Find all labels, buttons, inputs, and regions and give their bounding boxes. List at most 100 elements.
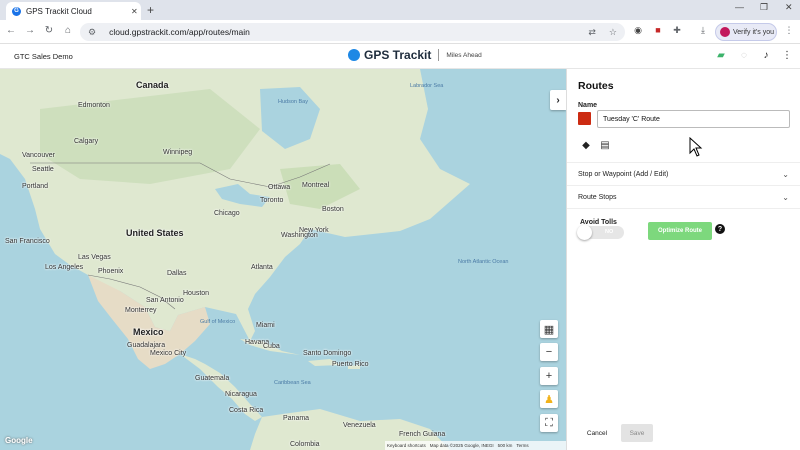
logo-divider <box>438 49 440 61</box>
google-logo: Google <box>5 436 33 445</box>
toggle-state-text: NO <box>605 229 614 235</box>
pegman-icon: ♟ <box>544 393 554 406</box>
map-scale: 500 km <box>497 443 513 448</box>
address-bar-row: ← → ↻ ⌂ ⚙ cloud.gpstrackit.com/app/route… <box>0 20 800 44</box>
map-label-mexico-city: Mexico City <box>150 350 187 357</box>
map-label-ottawa: Ottawa <box>268 184 291 191</box>
fullscreen-icon: ⛶ <box>545 416 553 429</box>
app-header: GTC Sales Demo GPS Trackit Miles Ahead ▰… <box>0 44 800 69</box>
routes-panel: Routes Name ◆ ▤ Stop or Waypoint (Add / … <box>566 69 800 450</box>
map-label-san-antonio: San Antonio <box>146 297 184 304</box>
map-label-puerto-rico: Puerto Rico <box>332 361 369 368</box>
map-label-nicaragua: Nicaragua <box>225 391 257 398</box>
print-icon[interactable]: ▤ <box>599 140 611 151</box>
extension-red-icon[interactable]: ■ <box>652 25 664 37</box>
map-icon: ▦ <box>543 323 555 336</box>
map-label-cuba: Cuba <box>263 343 280 350</box>
map-label-edmonton: Edmonton <box>78 102 110 109</box>
section-route-stops-label: Route Stops <box>578 193 617 201</box>
map-label-montreal: Montreal <box>302 182 330 189</box>
route-name-input[interactable] <box>597 110 790 128</box>
translate-icon[interactable]: ⇄ <box>588 27 596 38</box>
map-label-calgary: Calgary <box>74 138 99 145</box>
map-label-seattle: Seattle <box>32 166 54 173</box>
map-label-portland: Portland <box>22 183 49 190</box>
zoom-in-button[interactable]: + <box>540 367 558 385</box>
map-label-mexico: Mexico <box>133 327 164 337</box>
brand-tagline: Miles Ahead <box>446 51 482 59</box>
zoom-out-button[interactable]: − <box>540 343 558 361</box>
map-label-gulf-of-mexico: Gulf of Mexico <box>200 319 236 325</box>
download-icon[interactable]: ⤓ <box>697 25 709 37</box>
tab-title: GPS Trackit Cloud <box>26 6 92 16</box>
map-label-chicago: Chicago <box>214 210 240 217</box>
verify-label: Verify it's you <box>733 28 775 36</box>
optimize-route-button[interactable]: Optimize Route <box>648 222 712 240</box>
section-stop-waypoint[interactable]: Stop or Waypoint (Add / Edit) ⌄ <box>567 162 800 185</box>
map-label-costa-rica: Costa Rica <box>229 407 264 414</box>
minus-icon: − <box>545 346 553 358</box>
plus-icon: + <box>545 370 553 382</box>
home-icon[interactable]: ⌂ <box>62 25 74 36</box>
map-attribution: Keyboard shortcuts Map data ©2025 Google… <box>385 441 566 450</box>
street-view-pegman[interactable]: ♟ <box>540 390 558 408</box>
new-tab-button[interactable]: + <box>147 3 154 17</box>
toggle-knob <box>577 225 592 240</box>
map-label-caribbean-sea: Caribbean Sea <box>274 380 311 386</box>
collapse-panel-button[interactable]: › <box>550 90 566 110</box>
minimize-icon[interactable]: — <box>735 2 744 12</box>
close-window-icon[interactable]: ✕ <box>785 2 793 13</box>
map-label-vancouver: Vancouver <box>22 152 55 159</box>
keyboard-shortcuts-link[interactable]: Keyboard shortcuts <box>387 443 426 448</box>
map-label-monterrey: Monterrey <box>125 307 157 314</box>
site-info-icon[interactable]: ⚙ <box>88 27 96 38</box>
close-tab-icon[interactable]: ✕ <box>131 7 141 16</box>
map-label-hudson-bay: Hudson Bay <box>278 99 308 105</box>
save-button[interactable]: Save <box>621 424 653 442</box>
map-view[interactable]: Canada United States Mexico Edmonton Cal… <box>0 69 566 450</box>
browser-tab-bar: G GPS Trackit Cloud ✕ + — ❐ ✕ <box>0 0 800 20</box>
help-icon[interactable]: ? <box>715 224 725 234</box>
avoid-tolls-toggle[interactable]: NO <box>577 225 624 240</box>
bookmark-star-icon[interactable]: ☆ <box>609 27 617 38</box>
brand-name: GPS Trackit <box>364 48 432 62</box>
map-label-santo-domingo: Santo Domingo <box>303 350 352 357</box>
map-label-labrador-sea: Labrador Sea <box>410 83 444 89</box>
browser-menu-icon[interactable]: ⋮ <box>783 25 795 37</box>
back-icon[interactable]: ← <box>5 25 17 36</box>
map-label-french-guiana: French Guiana <box>399 431 446 438</box>
map-label-dallas: Dallas <box>167 270 187 277</box>
cancel-button[interactable]: Cancel <box>579 425 615 441</box>
map-label-guatemala: Guatemala <box>195 375 230 382</box>
verify-profile-chip[interactable]: Verify it's you <box>715 23 777 41</box>
map-label-houston: Houston <box>183 290 210 297</box>
map-data-credit: Map data ©2025 Google, INEGI <box>429 443 494 448</box>
terms-link[interactable]: Terms <box>516 443 528 448</box>
maximize-icon[interactable]: ❐ <box>760 2 768 13</box>
browser-tab[interactable]: G GPS Trackit Cloud ✕ <box>6 2 141 20</box>
forward-icon[interactable]: → <box>24 25 36 36</box>
extension-icon[interactable]: ◉ <box>632 25 644 37</box>
url-bar[interactable]: ⚙ cloud.gpstrackit.com/app/routes/main ⇄… <box>80 23 625 41</box>
notifications-bell-icon[interactable]: ♪ <box>760 50 772 61</box>
directions-icon[interactable]: ◆ <box>580 140 592 151</box>
name-label: Name <box>578 102 598 109</box>
map-label-washington: Washington <box>281 232 318 239</box>
more-options-icon[interactable]: ⋮ <box>781 50 793 61</box>
section-route-stops[interactable]: Route Stops ⌄ <box>567 185 800 208</box>
chat-icon[interactable]: ▰ <box>715 50 727 61</box>
map-label-north-atlantic: North Atlantic Ocean <box>458 259 509 265</box>
reload-icon[interactable]: ↻ <box>43 25 55 36</box>
map-label-toronto: Toronto <box>260 197 284 204</box>
map-label-boston: Boston <box>322 206 344 213</box>
fullscreen-button[interactable]: ⛶ <box>540 414 558 432</box>
map-label-panama: Panama <box>283 415 310 422</box>
map-label-venezuela: Venezuela <box>343 422 376 429</box>
favicon-icon: G <box>12 6 21 16</box>
mouse-cursor-icon <box>689 137 703 157</box>
chevron-right-icon: › <box>556 94 560 106</box>
route-color-picker[interactable] <box>578 112 591 125</box>
company-name[interactable]: GTC Sales Demo <box>14 52 73 61</box>
map-type-button[interactable]: ▦ <box>540 320 558 338</box>
extensions-puzzle-icon[interactable]: ✚ <box>671 25 683 37</box>
